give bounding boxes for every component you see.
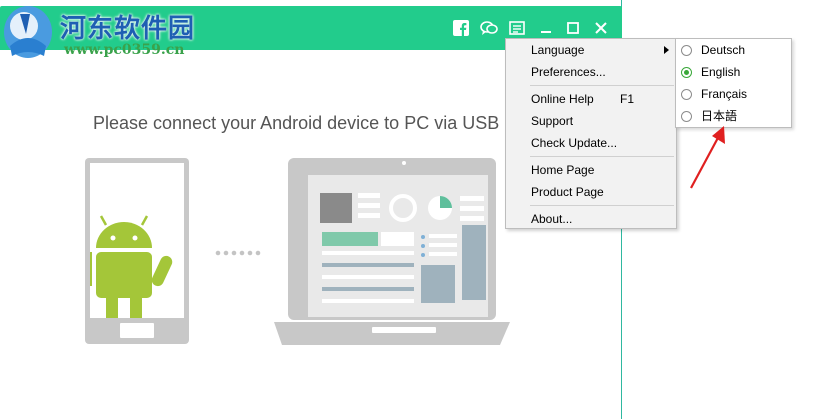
menu-separator [530,205,674,206]
radio-icon [681,45,692,56]
language-submenu: Deutsch English Français 日本語 [675,38,792,128]
connection-dots [215,250,261,256]
facebook-icon[interactable] [452,19,470,37]
language-option-francais[interactable]: Français [676,84,791,104]
menu-item-support[interactable]: Support [506,111,676,131]
language-option-deutsch[interactable]: Deutsch [676,40,791,60]
maximize-icon[interactable] [564,19,582,37]
menu-item-label: Product Page [531,185,604,199]
annotation-arrow-icon [690,126,725,189]
menu-item-label: Support [531,114,574,128]
menu-item-preferences[interactable]: Preferences... [506,62,676,82]
menu-icon[interactable] [508,19,526,37]
menu-item-label: Check Update... [531,136,618,150]
menu-item-home-page[interactable]: Home Page [506,160,676,180]
menu-item-label: Home Page [531,163,595,177]
language-label: English [701,65,741,79]
menu-item-label: Preferences... [531,65,606,79]
close-icon[interactable] [592,19,610,37]
menu-item-check-update[interactable]: Check Update... [506,133,676,153]
feedback-icon[interactable] [480,19,498,37]
connect-instruction: Please connect your Android device to PC… [93,113,500,133]
radio-icon [681,89,692,100]
menu-item-product-page[interactable]: Product Page [506,182,676,202]
phone-illustration [85,158,189,344]
laptop-illustration [274,158,510,345]
watermark-logo [4,6,52,58]
menu-item-label: About... [531,212,573,226]
language-label: 日本語 [701,109,738,123]
watermark-url: www.pc0359.cn [64,42,185,58]
menu-item-label: Language [531,43,585,57]
radio-icon [681,111,692,122]
radio-selected-icon [681,67,692,78]
language-option-english[interactable]: English [676,62,791,82]
menu-item-online-help[interactable]: Online Help F1 [506,89,676,109]
settings-menu: Language Preferences... Online Help F1 S… [505,38,677,229]
menu-item-label: Online Help [531,92,594,106]
language-label: Deutsch [701,43,746,57]
menu-item-language[interactable]: Language [506,40,676,60]
menu-separator [530,85,674,86]
menu-separator [530,156,674,157]
minimize-icon[interactable] [537,19,555,37]
menu-item-about[interactable]: About... [506,209,676,229]
watermark-title: 河东软件园 [60,14,196,44]
menu-item-shortcut: F1 [620,92,635,106]
language-label: Français [701,87,748,101]
submenu-arrow-icon [664,46,669,54]
language-option-japanese[interactable]: 日本語 [676,106,791,126]
